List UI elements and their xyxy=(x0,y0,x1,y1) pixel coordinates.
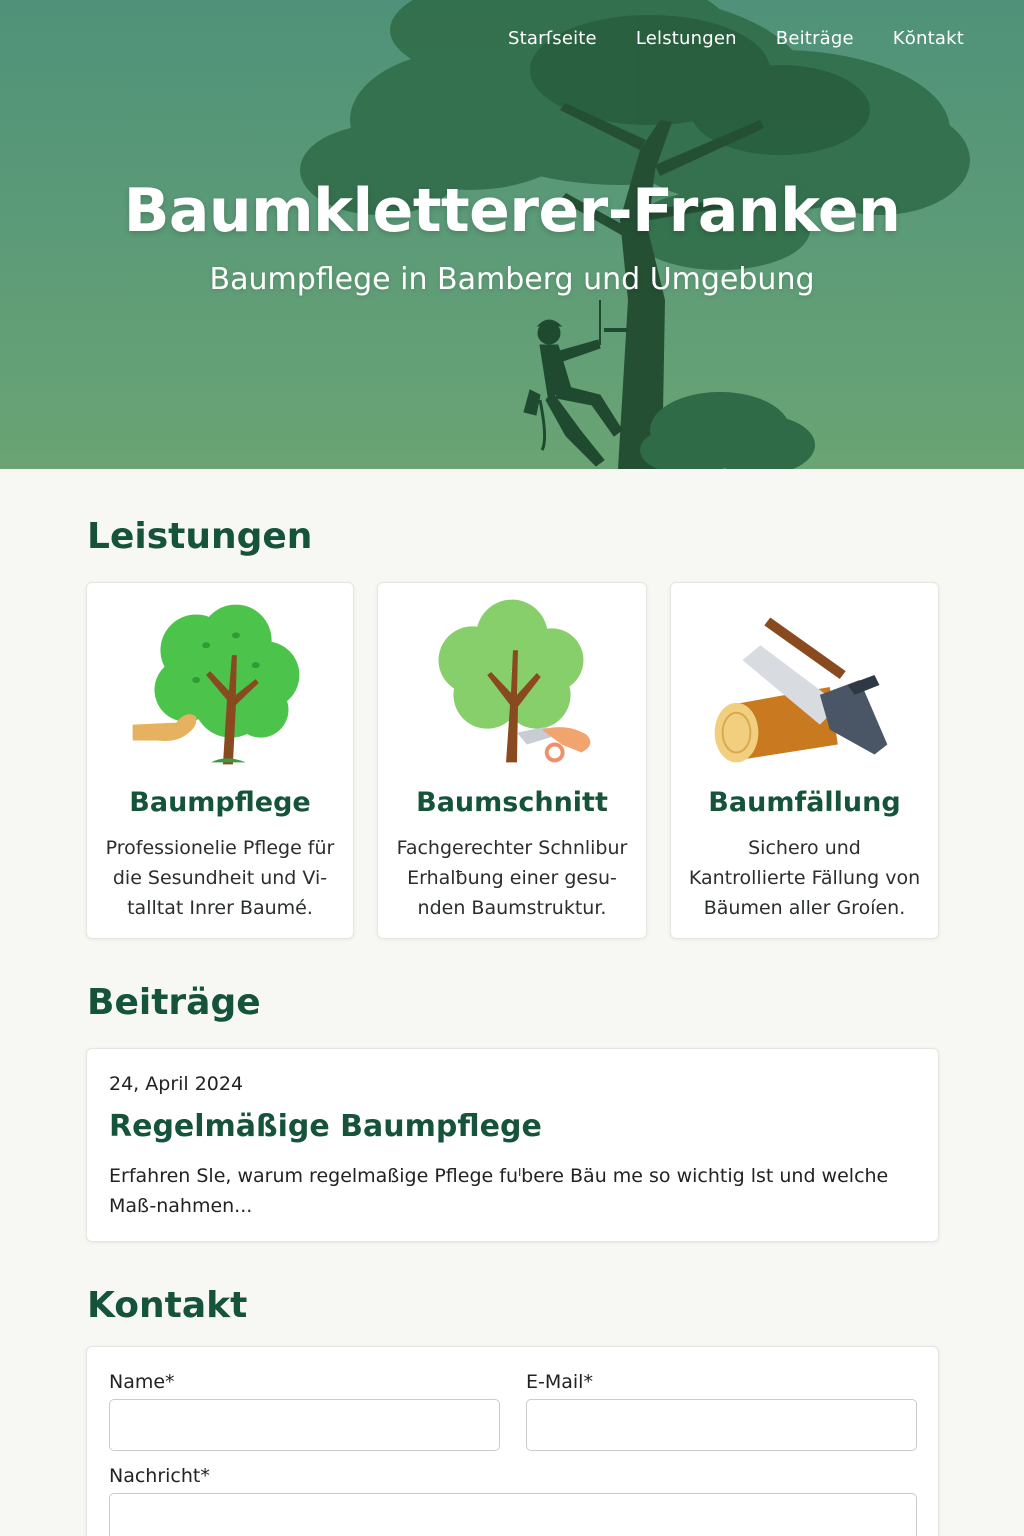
name-field[interactable] xyxy=(109,1399,500,1451)
tree-pruning-shears-icon xyxy=(438,599,591,763)
contact-form: Name* E-Mail* Nachricht* xyxy=(86,1346,939,1536)
site-subtitle: Baumpflege in Bamberg und Umgebung xyxy=(209,262,815,297)
name-label: Name* xyxy=(109,1371,175,1393)
email-field[interactable] xyxy=(526,1399,917,1451)
site-title: Baumkletterer-Franken xyxy=(123,176,901,246)
message-label: Nachricht* xyxy=(109,1465,210,1487)
main-nav: Starſseite Lelstungen Beiträge Kŏntakt xyxy=(508,28,964,49)
service-description: Sichero und Kantrollierte Fällung von Bä… xyxy=(688,837,921,919)
nav-link-startseite[interactable]: Starſseite xyxy=(508,28,597,49)
service-card-baumschnitt[interactable]: Baumschnitt Fachgerechter Schnlibur Erha… xyxy=(377,582,647,939)
service-title: Baumpflege xyxy=(129,787,311,818)
nav-link-kontakt[interactable]: Kŏntakt xyxy=(893,28,964,49)
service-card-baumfaellung[interactable]: Baumfällung Sichero und Kantrollierte Fä… xyxy=(670,582,939,939)
services-heading: Leistungen xyxy=(87,516,313,557)
message-field[interactable] xyxy=(109,1493,917,1536)
log-chainsaw-icon xyxy=(714,617,888,763)
service-description: Fachgerechter Schnlibur Erhalƀung einer … xyxy=(396,837,628,919)
service-card-baumpflege[interactable]: Baumpflege Professionelie Pflege für die… xyxy=(86,582,354,939)
service-description: Professionelie Pflege für die Sesundheit… xyxy=(105,837,335,919)
post-card[interactable]: 24, April 2024 Regelmäßige Baumpflege Er… xyxy=(86,1048,939,1242)
hero-banner: Starſseite Lelstungen Beiträge Kŏntakt B… xyxy=(0,0,1024,469)
tree-hand-icon xyxy=(132,604,300,765)
service-title: Baumfällung xyxy=(708,787,901,818)
nav-link-leistungen[interactable]: Lelstungen xyxy=(636,28,737,49)
service-title: Baumschnitt xyxy=(416,787,608,818)
posts-heading: Beiträge xyxy=(87,982,261,1023)
post-title[interactable]: Regelmäßige Baumpflege xyxy=(109,1109,542,1144)
nav-link-beitraege[interactable]: Beiträge xyxy=(776,28,854,49)
contact-heading: Kontakt xyxy=(87,1285,248,1326)
post-date: 24, April 2024 xyxy=(109,1073,244,1095)
email-label: E-Mail* xyxy=(526,1371,593,1393)
post-excerpt: Erfahren Sle, warum regelmaßige Pflege f… xyxy=(109,1165,889,1217)
